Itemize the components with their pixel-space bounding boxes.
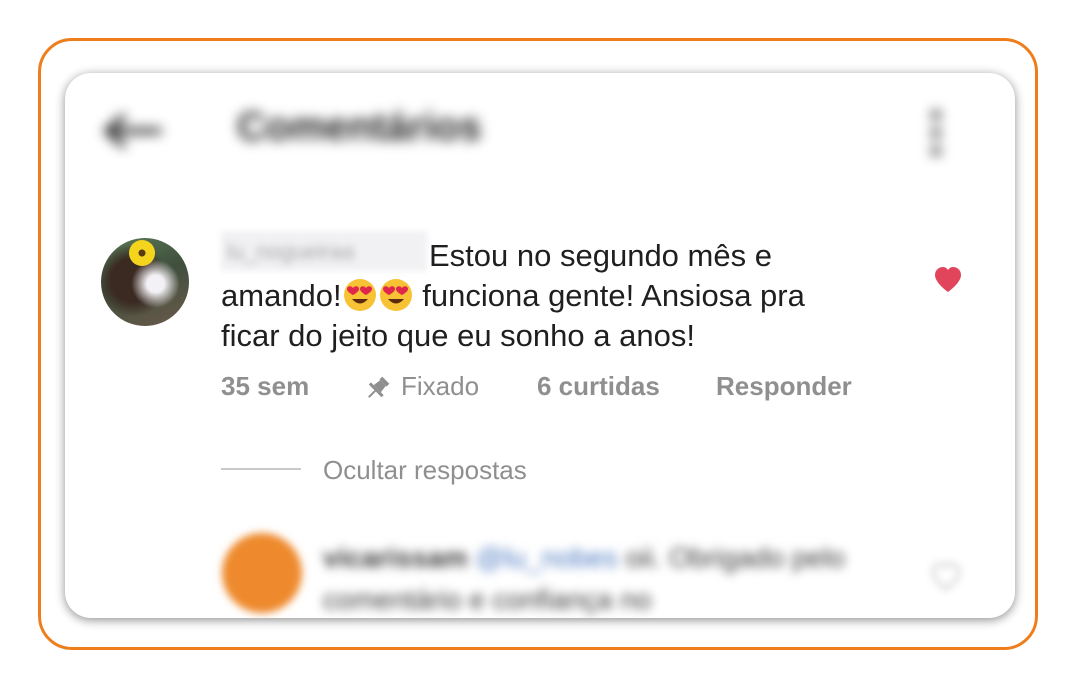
back-arrow-icon[interactable] [103, 113, 163, 149]
comment-line-1: Estou no segundo mês e [429, 238, 772, 273]
reply-like-heart-icon[interactable] [931, 563, 961, 591]
heart-eyes-emoji-icon [379, 279, 412, 311]
pinned-label: Fixado [401, 371, 480, 401]
reply-avatar[interactable] [222, 533, 302, 613]
flower-accessory [129, 240, 155, 266]
comment-body: Estou no segundo mês e amando! funciona … [221, 236, 911, 356]
hide-replies-button[interactable]: Ocultar respostas [323, 455, 527, 486]
page-title: Comentários [237, 105, 482, 149]
reply-body: vicarissam @lu_nobes oii. Obrigado pelo … [323, 537, 903, 618]
commenter-avatar[interactable] [101, 238, 189, 326]
heart-eyes-emoji-icon [343, 279, 376, 311]
more-options-icon[interactable] [927, 107, 945, 159]
reply-username[interactable]: vicarissam [323, 542, 468, 573]
comment-line-2-end: funciona gente! Ansiosa pra [413, 278, 805, 313]
like-heart-icon[interactable] [933, 266, 963, 294]
reply-mention[interactable]: @lu_nobes [476, 542, 618, 573]
pin-icon [368, 376, 390, 398]
reply-button[interactable]: Responder [716, 371, 852, 402]
likes-count[interactable]: 6 curtidas [537, 371, 660, 402]
comment-line-2-start: amando! [221, 278, 342, 313]
replies-divider [221, 468, 301, 470]
comments-screen: Comentários lu_nogueiraa Estou no segund… [65, 73, 1015, 618]
comment-line-3: ficar do jeito que eu sonho a anos! [221, 318, 695, 353]
comment-age: 35 sem [221, 371, 310, 401]
